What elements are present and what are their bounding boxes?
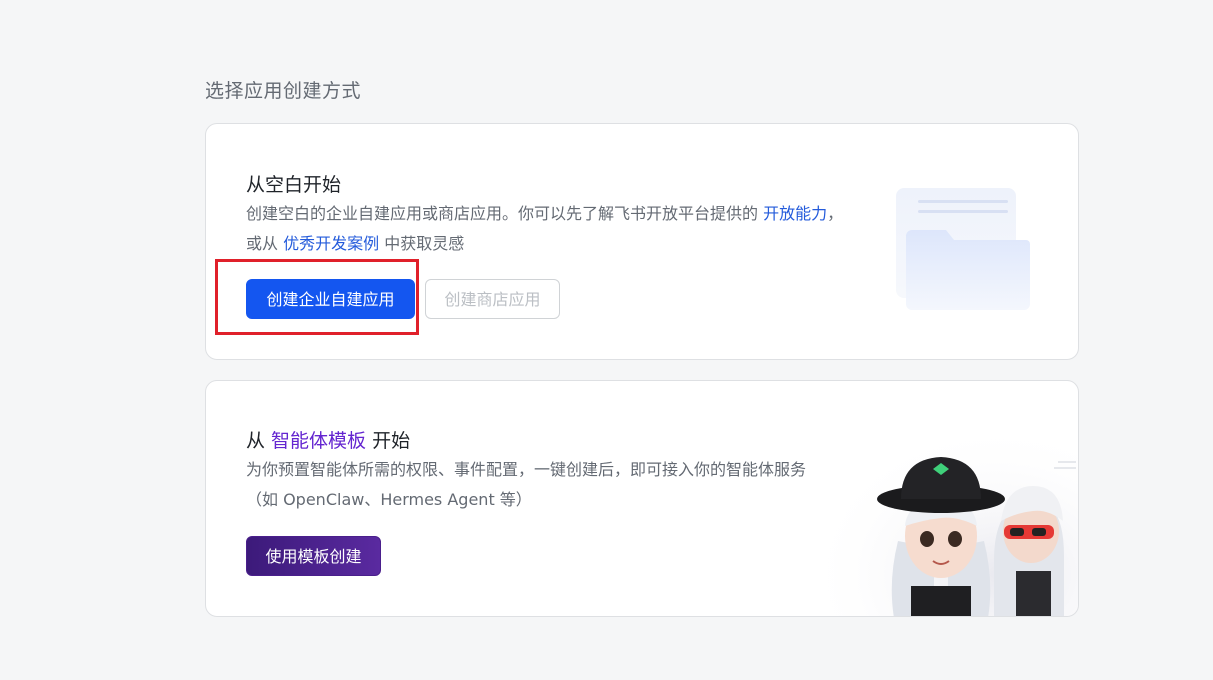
section-title: 选择应用创建方式 [205,80,362,102]
agent-title-suffix: 开始 [366,430,411,452]
agent-card-description: 为你预置智能体所需的权限、事件配置，一键创建后，即可接入你的智能体服务（如 Op… [246,460,807,509]
agent-card-title: 从 智能体模板 开始 [246,426,410,453]
agent-title-prefix: 从 [246,430,272,452]
create-internal-app-button[interactable]: 创建企业自建应用 [246,279,415,319]
dev-cases-link[interactable]: 优秀开发案例 [283,234,379,253]
blank-card-description: 创建空白的企业自建应用或商店应用。你可以先了解飞书开放平台提供的 开放能力，或从… [246,199,846,259]
open-capabilities-link[interactable]: 开放能力 [763,204,827,223]
folder-illustration [896,188,1030,310]
blank-card-title: 从空白开始 [246,174,342,196]
agent-template-card: 从 智能体模板 开始 为你预置智能体所需的权限、事件配置，一键创建后，即可接入你… [205,380,1079,617]
blank-desc-text-1: 创建空白的企业自建应用或商店应用。你可以先了解飞书开放平台提供的 [246,204,764,223]
blank-start-card: 从空白开始 创建空白的企业自建应用或商店应用。你可以先了解飞书开放平台提供的 开… [205,123,1079,360]
create-store-app-button[interactable]: 创建商店应用 [425,279,560,319]
agent-characters-illustration [806,401,1078,616]
blank-desc-text-3: 中获取灵感 [379,234,465,253]
agent-template-highlight: 智能体模板 [271,430,367,452]
use-template-button[interactable]: 使用模板创建 [246,536,381,576]
